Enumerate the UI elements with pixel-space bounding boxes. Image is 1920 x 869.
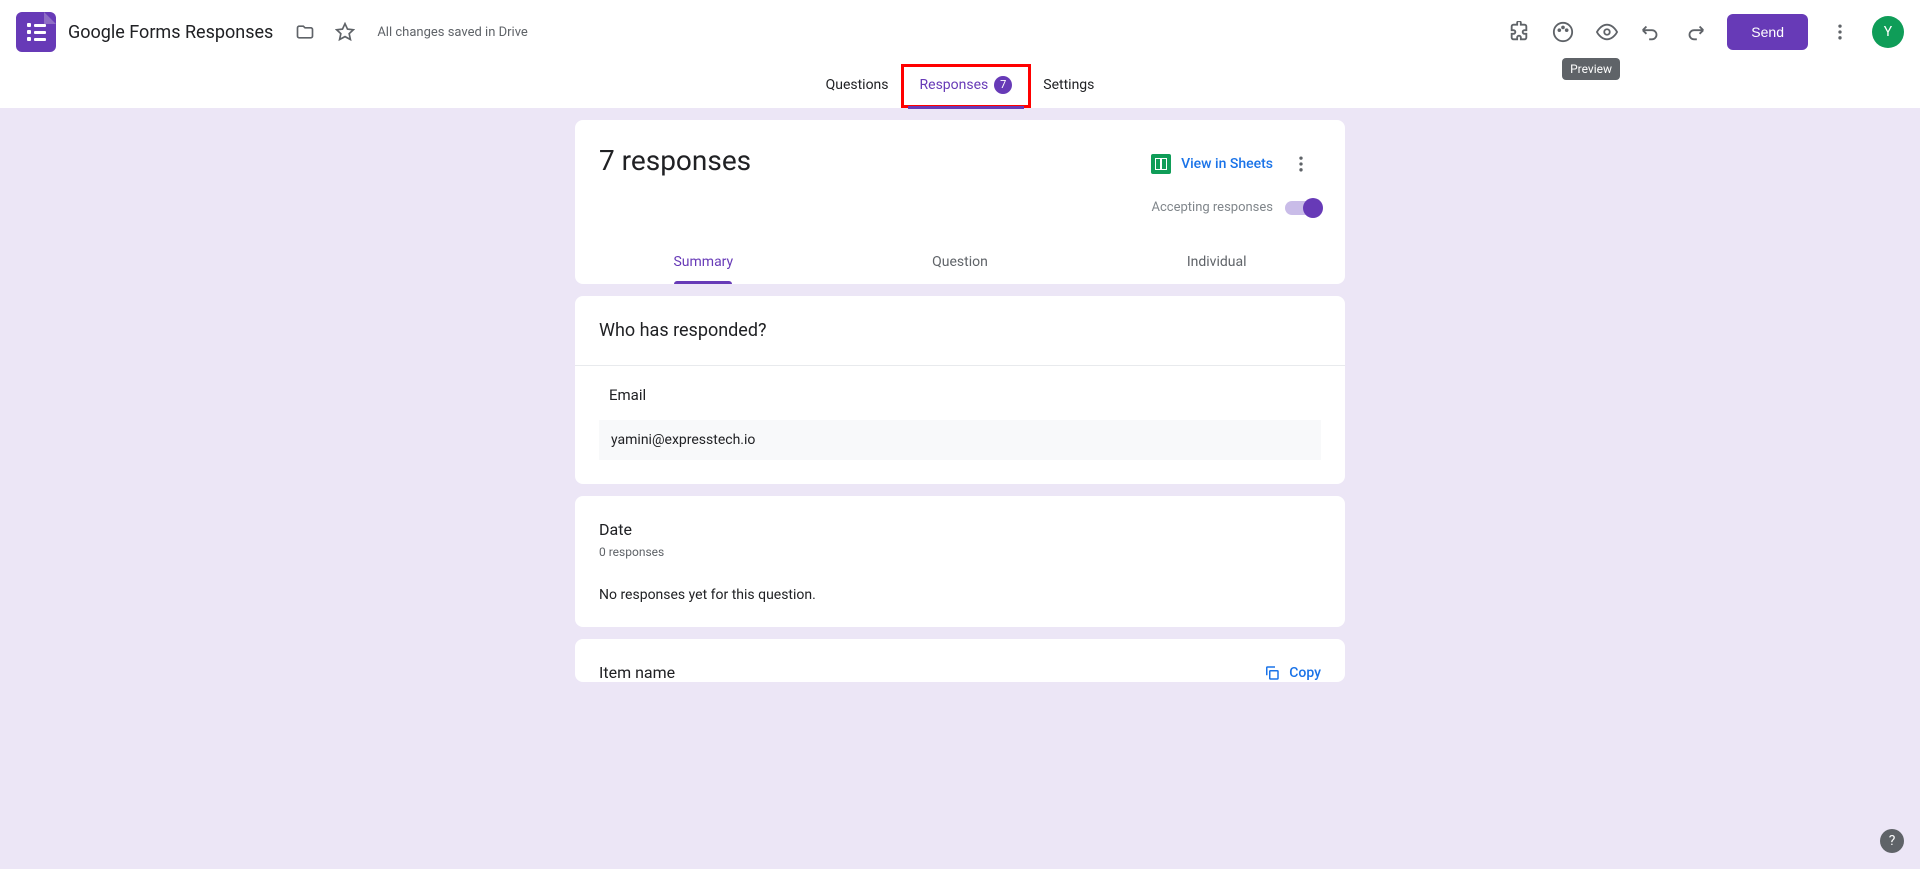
tab-responses-label: Responses — [920, 77, 989, 93]
redo-icon — [1684, 21, 1706, 43]
responses-summary-card: 7 responses View in Sheets Accepting res… — [575, 120, 1345, 284]
subtab-individual[interactable]: Individual — [1088, 240, 1345, 284]
main-content: 7 responses View in Sheets Accepting res… — [0, 108, 1920, 869]
item-name-card: Item name Copy — [575, 639, 1345, 682]
save-status: All changes saved in Drive — [377, 25, 528, 40]
who-responded-title: Who has responded? — [575, 296, 1345, 366]
preview-button[interactable] — [1587, 12, 1627, 52]
email-label: Email — [599, 386, 1321, 404]
tab-responses[interactable]: Responses 7 — [908, 64, 1025, 109]
accepting-responses-toggle[interactable] — [1285, 201, 1321, 215]
header-actions: Send Y — [1499, 12, 1904, 52]
preview-tooltip: Preview — [1562, 58, 1620, 80]
no-responses-message: No responses yet for this question. — [599, 587, 1321, 603]
eye-icon — [1596, 21, 1618, 43]
responses-count-title: 7 responses — [599, 144, 751, 177]
response-view-tabs: Summary Question Individual — [575, 239, 1345, 284]
star-icon — [335, 22, 355, 42]
redo-button[interactable] — [1675, 12, 1715, 52]
app-header: Google Forms Responses All changes saved… — [0, 0, 1920, 64]
main-tabs: Questions Responses 7 Settings — [0, 64, 1920, 108]
addons-button[interactable] — [1499, 12, 1539, 52]
copy-chart-link[interactable]: Copy — [1263, 664, 1321, 682]
view-in-sheets-label: View in Sheets — [1181, 156, 1273, 172]
puzzle-icon — [1508, 21, 1530, 43]
tab-settings[interactable]: Settings — [1031, 64, 1106, 108]
undo-button[interactable] — [1631, 12, 1671, 52]
item-name-title: Item name — [599, 663, 675, 682]
more-vertical-icon — [1830, 22, 1850, 42]
more-vertical-icon — [1291, 154, 1311, 174]
send-button[interactable]: Send — [1727, 14, 1808, 50]
date-responses-count: 0 responses — [599, 545, 1321, 559]
sheets-icon — [1151, 154, 1171, 174]
responses-count-badge: 7 — [994, 76, 1012, 94]
folder-icon — [295, 22, 315, 42]
document-title[interactable]: Google Forms Responses — [68, 22, 273, 43]
star-button[interactable] — [325, 12, 365, 52]
who-responded-card: Who has responded? Email yamini@expresst… — [575, 296, 1345, 484]
tab-questions[interactable]: Questions — [814, 64, 901, 108]
accepting-responses-label: Accepting responses — [1152, 200, 1274, 215]
customize-theme-button[interactable] — [1543, 12, 1583, 52]
email-value: yamini@expresstech.io — [599, 420, 1321, 460]
date-title: Date — [599, 520, 1321, 539]
more-options-button[interactable] — [1820, 12, 1860, 52]
view-in-sheets-link[interactable]: View in Sheets — [1151, 154, 1273, 174]
subtab-summary[interactable]: Summary — [575, 240, 832, 284]
copy-icon — [1263, 664, 1281, 682]
forms-logo-icon — [16, 12, 56, 52]
copy-label: Copy — [1289, 665, 1321, 681]
palette-icon — [1552, 21, 1574, 43]
annotation-highlight: Responses 7 — [901, 64, 1032, 108]
account-avatar[interactable]: Y — [1872, 16, 1904, 48]
subtab-question[interactable]: Question — [832, 240, 1089, 284]
undo-icon — [1640, 21, 1662, 43]
help-button[interactable]: ? — [1880, 829, 1904, 853]
date-question-card: Date 0 responses No responses yet for th… — [575, 496, 1345, 627]
move-to-folder-button[interactable] — [285, 12, 325, 52]
responses-more-button[interactable] — [1281, 144, 1321, 184]
